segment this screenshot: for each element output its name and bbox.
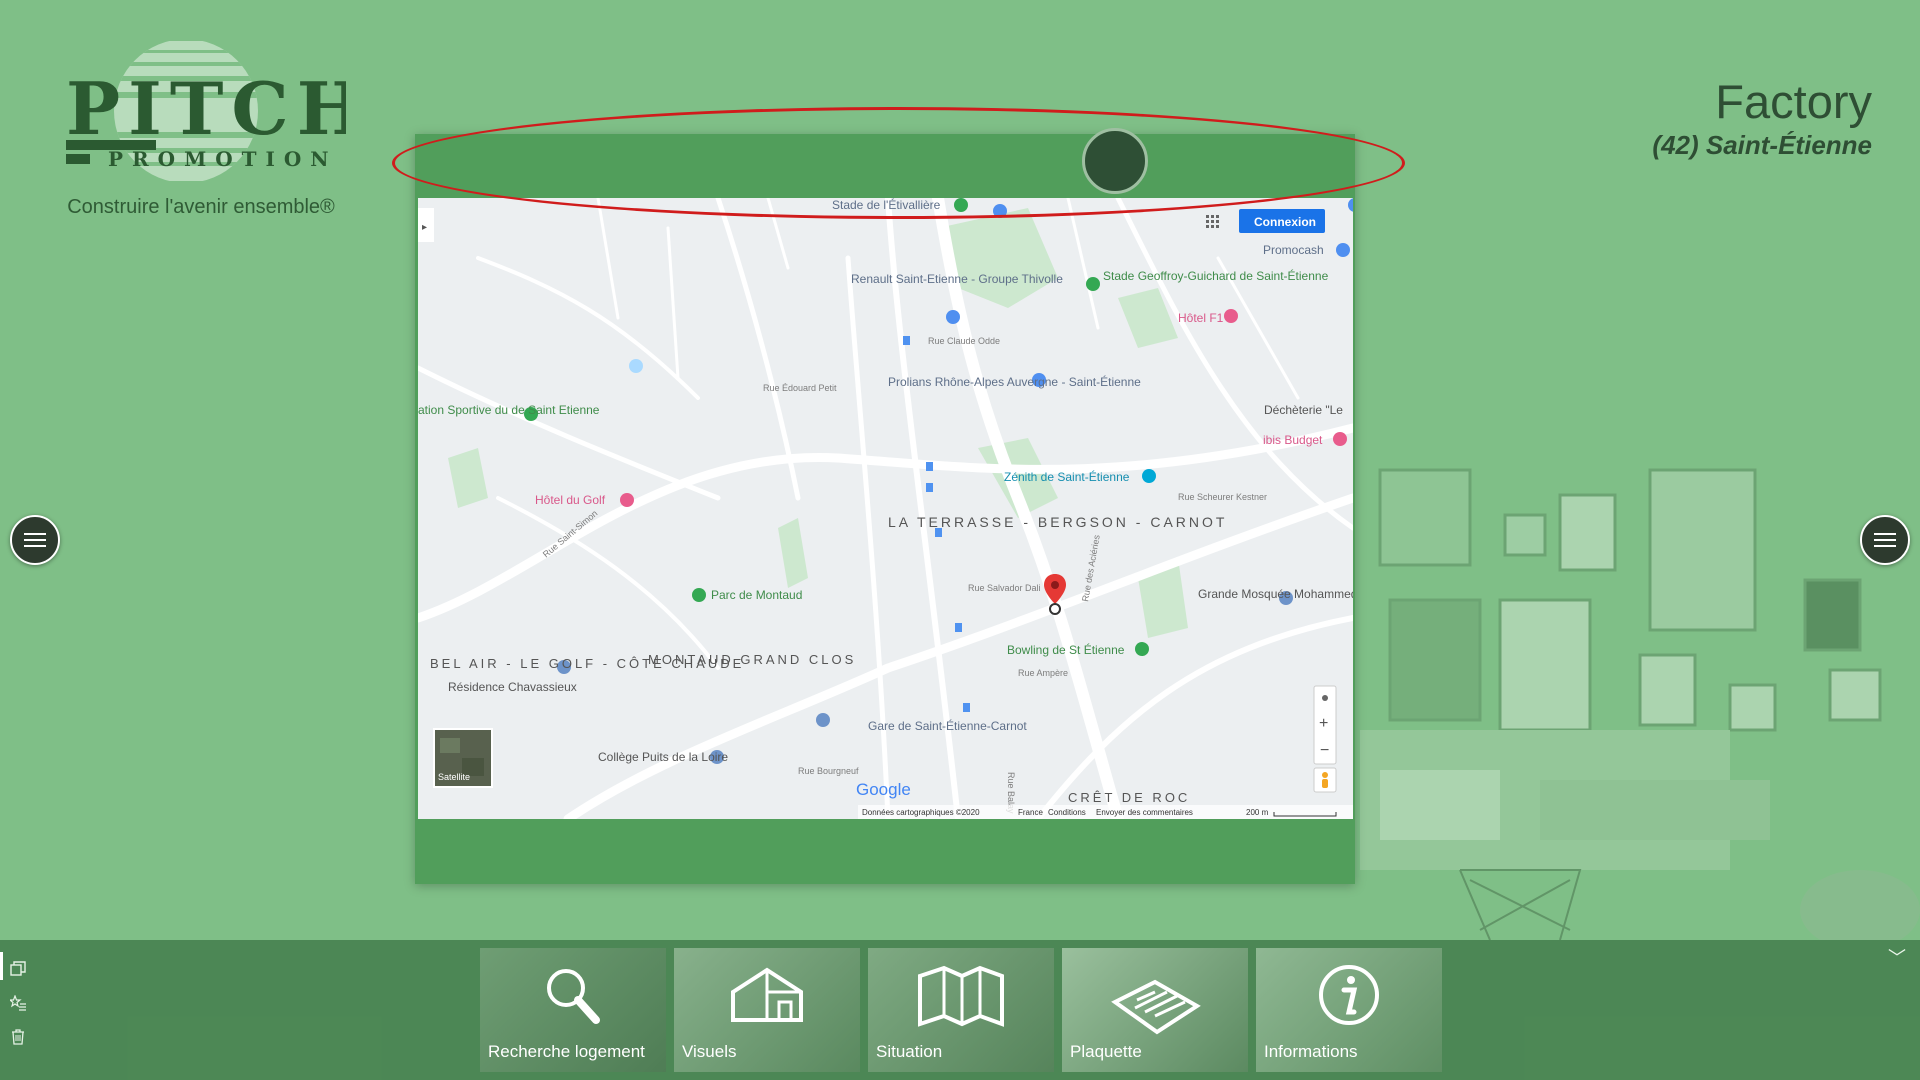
svg-text:Grande Mosquée Mohammed VI de.: Grande Mosquée Mohammed VI de...: [1198, 587, 1353, 601]
satellite-toggle[interactable]: Satellite: [433, 728, 493, 788]
right-menu-button[interactable]: [1860, 515, 1910, 565]
svg-text:200 m: 200 m: [1246, 808, 1269, 817]
svg-text:Stade Geoffroy-Guichard de Sai: Stade Geoffroy-Guichard de Saint-Étienne: [1103, 268, 1329, 283]
svg-text:Rue Bourgneuf: Rue Bourgneuf: [798, 766, 859, 776]
svg-text:Rue Claude Odde: Rue Claude Odde: [928, 336, 1000, 346]
svg-text:Rue Ampère: Rue Ampère: [1018, 668, 1068, 678]
terms-link: Conditions: [1048, 808, 1086, 817]
connexion-button[interactable]: Connexion: [1239, 209, 1325, 233]
logo-mark: PITCH PROMOTION: [66, 41, 346, 181]
info-icon: [1319, 965, 1379, 1025]
tile-visuels[interactable]: Visuels: [674, 948, 860, 1072]
svg-text:PROMOTION: PROMOTION: [108, 147, 338, 171]
svg-text:Zénith de Saint-Étienne: Zénith de Saint-Étienne: [1004, 469, 1130, 484]
svg-text:Hôtel du Golf: Hôtel du Golf: [535, 493, 606, 507]
svg-text:Hôtel F1: Hôtel F1: [1178, 311, 1224, 325]
svg-text:Données cartographiques ©2020: Données cartographiques ©2020: [862, 808, 980, 817]
svg-text:Promocash: Promocash: [1263, 243, 1324, 257]
active-indicator: [0, 952, 3, 980]
svg-text:Bowling de St Étienne: Bowling de St Étienne: [1007, 642, 1125, 657]
google-logo: Google: [856, 780, 911, 799]
situation-modal: Stade de l'Étivallière Promocash Renault…: [415, 128, 1355, 884]
house-icon: [731, 967, 803, 1022]
tile-label: Recherche logement: [488, 1042, 645, 1061]
zoom-in-icon[interactable]: +: [1319, 715, 1328, 732]
pitch-promotion-logo: PITCH PROMOTION Construire l'avenir ense…: [56, 36, 346, 226]
feedback-link: Envoyer des commentaires: [1096, 808, 1193, 817]
svg-text:Stade de l'Étivallière: Stade de l'Étivallière: [832, 198, 941, 212]
svg-text:Collège Puits de la Loire: Collège Puits de la Loire: [598, 750, 728, 764]
search-icon: [547, 969, 600, 1024]
map-icon: [918, 965, 1004, 1027]
tile-label: Informations: [1264, 1042, 1358, 1061]
project-city: (42) Saint-Étienne: [1652, 130, 1872, 160]
svg-text:Gare de Saint-Étienne-Carnot: Gare de Saint-Étienne-Carnot: [868, 718, 1027, 733]
svg-text:ation Sportive du de Saint Eti: ation Sportive du de Saint Etienne: [418, 403, 600, 417]
tile-informations[interactable]: Informations: [1256, 948, 1442, 1072]
trash-icon[interactable]: [6, 1020, 30, 1054]
tile-label: Visuels: [682, 1042, 737, 1061]
left-tools: [6, 952, 30, 1054]
tile-recherche-logement[interactable]: Recherche logement: [480, 948, 666, 1072]
svg-text:CRÊT DE ROC: CRÊT DE ROC: [1068, 790, 1190, 805]
hamburger-icon: [24, 533, 46, 535]
svg-text:Parc de Montaud: Parc de Montaud: [711, 588, 802, 602]
chevron-down-icon[interactable]: ﹀: [1888, 944, 1906, 970]
slogan: Construire l'avenir ensemble®: [67, 196, 335, 218]
zoom-out-icon[interactable]: −: [1320, 742, 1329, 759]
google-map[interactable]: Stade de l'Étivallière Promocash Renault…: [418, 198, 1353, 819]
tile-situation[interactable]: Situation: [868, 948, 1054, 1072]
svg-text:LA TERRASSE - BERGSON - CARNOT: LA TERRASSE - BERGSON - CARNOT: [888, 514, 1227, 530]
tile-label: Plaquette: [1070, 1042, 1142, 1061]
left-menu-button[interactable]: [10, 515, 60, 565]
modal-drag-bar[interactable]: [415, 128, 1355, 198]
svg-text:▸: ▸: [422, 222, 427, 233]
zoom-controls[interactable]: + −: [1313, 685, 1337, 765]
bottom-toolbar: ﹀ Recherche logement Visuels Situation P…: [0, 940, 1920, 1080]
svg-text:Renault Saint-Etienne - Groupe: Renault Saint-Etienne - Groupe Thivolle: [851, 272, 1063, 286]
room-illustration: [1360, 468, 1920, 940]
windows-icon[interactable]: [6, 952, 30, 986]
brochure-icon: [1111, 979, 1201, 1035]
drag-handle[interactable]: [1082, 128, 1148, 194]
map-canvas[interactable]: Stade de l'Étivallière Promocash Renault…: [418, 198, 1353, 819]
svg-text:France: France: [1018, 808, 1043, 817]
favorites-icon[interactable]: [6, 986, 30, 1020]
svg-text:Rue Édouard Petit: Rue Édouard Petit: [763, 383, 837, 393]
tile-label: Situation: [876, 1042, 943, 1061]
svg-text:Prolians Rhône-Alpes Auvergne: Prolians Rhône-Alpes Auvergne - Saint-Ét…: [888, 374, 1141, 389]
svg-text:Rue Scheurer Kestner: Rue Scheurer Kestner: [1178, 492, 1267, 502]
project-name: Factory: [1715, 75, 1872, 128]
hamburger-icon: [1874, 533, 1896, 535]
svg-text:Satellite: Satellite: [438, 772, 470, 782]
street-view-icon[interactable]: [1313, 767, 1337, 793]
svg-text:Connexion: Connexion: [1254, 215, 1316, 229]
svg-text:Résidence Chavassieux: Résidence Chavassieux: [448, 680, 577, 694]
tile-plaquette[interactable]: Plaquette: [1062, 948, 1248, 1072]
svg-text:ibis Budget: ibis Budget: [1263, 433, 1323, 447]
svg-text:MONTAUD GRAND CLOS: MONTAUD GRAND CLOS: [648, 652, 856, 667]
svg-text:PITCH: PITCH: [66, 66, 346, 151]
svg-text:Déchèterie "Le: Déchèterie "Le: [1264, 403, 1343, 417]
apps-grid-icon[interactable]: [1206, 215, 1219, 228]
my-location-icon[interactable]: [1322, 695, 1328, 701]
svg-text:Rue Salvador Dali: Rue Salvador Dali: [968, 583, 1041, 593]
